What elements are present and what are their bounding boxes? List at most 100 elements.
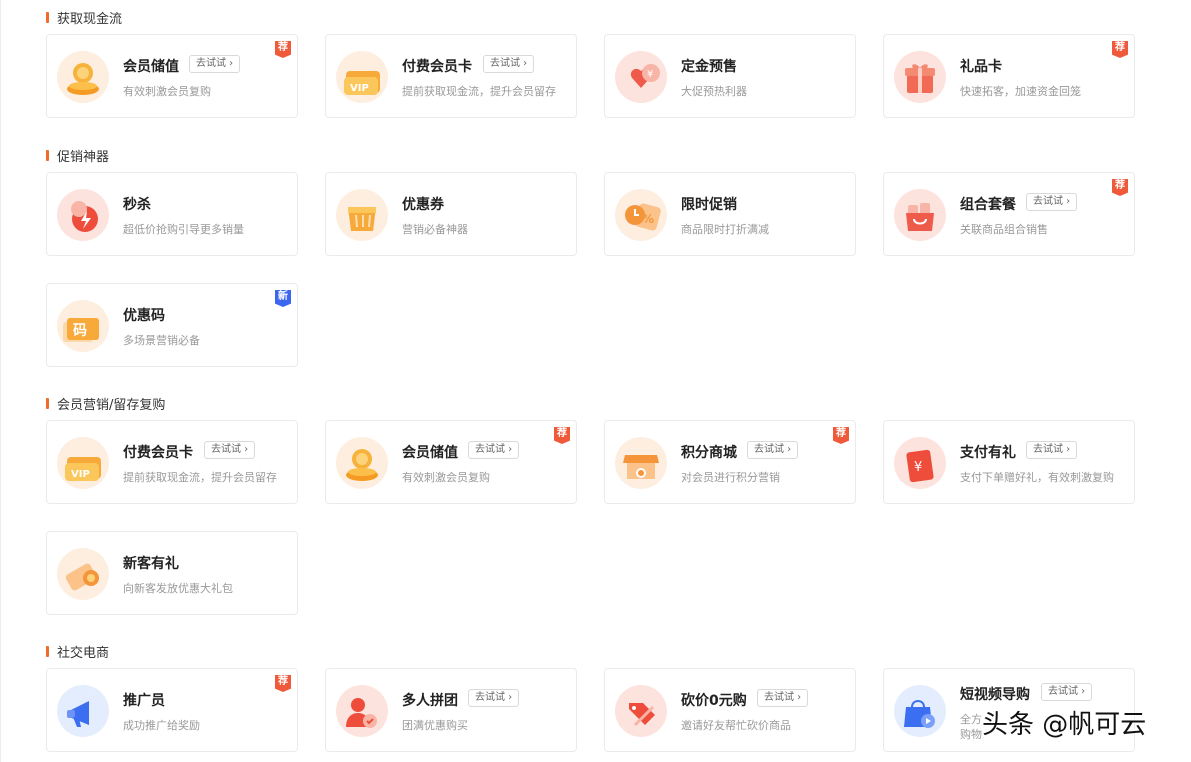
card-description: 超低价抢购引导更多销量	[123, 223, 244, 236]
card-description: 提前获取现金流，提升会员留存	[402, 85, 556, 98]
card-description: 全方	[960, 713, 982, 726]
card-description-line2: 购物	[960, 728, 982, 741]
card-title: 多人拼团	[402, 693, 458, 709]
try-button[interactable]: 去试试 ›	[483, 55, 535, 73]
chevron-right-icon: ›	[226, 58, 234, 69]
card-description: 多场景营销必备	[123, 334, 200, 347]
card-title: 会员储值	[123, 59, 179, 75]
chevron-right-icon: ›	[241, 444, 249, 455]
try-button[interactable]: 去试试 ›	[757, 689, 809, 707]
chevron-right-icon: ›	[1063, 196, 1071, 207]
card-description: 对会员进行积分营销	[681, 471, 780, 484]
card-description: 有效刺激会员复购	[402, 471, 490, 484]
card-payment-gift[interactable]: ¥ 支付有礼 去试试 › 支付下单赠好礼，有效刺激复购	[883, 420, 1135, 504]
card-points-mall[interactable]: 积分商城 去试试 › 对会员进行积分营销 荐	[604, 420, 856, 504]
promo-code-glyph: 码	[73, 323, 87, 339]
recommend-badge: 荐	[275, 675, 291, 692]
vip-card-icon: VIP	[336, 51, 388, 103]
try-button[interactable]: 去试试 ›	[189, 55, 241, 73]
card-coupon[interactable]: 优惠券 营销必备神器	[325, 172, 577, 256]
coin-stack-icon	[336, 437, 388, 489]
section-title-social-ecommerce: 社交电商	[46, 643, 110, 661]
card-member-stored-value[interactable]: 会员储值 去试试 › 有效刺激会员复购 荐	[46, 34, 298, 118]
card-deposit-presale[interactable]: ¥ 定金预售 大促预热利器	[604, 34, 856, 118]
chevron-right-icon: ›	[1063, 444, 1071, 455]
chevron-right-icon: ›	[505, 444, 513, 455]
coupon-icon	[336, 189, 388, 241]
section-label: 会员营销/留存复购	[57, 397, 166, 413]
promo-code-icon: 码	[57, 300, 109, 352]
svg-text:%: %	[642, 212, 654, 226]
card-title: 会员储值	[402, 445, 458, 461]
group-buy-icon	[336, 685, 388, 737]
card-title: 支付有礼	[960, 445, 1016, 461]
card-paid-membership-2[interactable]: VIP 付费会员卡 去试试 › 提前获取现金流，提升会员留存	[46, 420, 298, 504]
card-title: 秒杀	[123, 197, 151, 213]
try-button[interactable]: 去试试 ›	[468, 441, 520, 459]
megaphone-icon	[57, 685, 109, 737]
watermark: 头条 @帆可云	[982, 710, 1147, 740]
recommend-badge: 荐	[1112, 41, 1128, 58]
card-description: 有效刺激会员复购	[123, 85, 211, 98]
flash-sale-icon	[57, 189, 109, 241]
deposit-heart-icon: ¥	[615, 51, 667, 103]
svg-text:VIP: VIP	[350, 83, 369, 94]
card-title: 定金预售	[681, 59, 737, 75]
svg-text:¥: ¥	[914, 460, 922, 475]
try-button[interactable]: 去试试 ›	[747, 441, 799, 459]
vip-card-icon: VIP	[57, 437, 109, 489]
gift-box-icon	[894, 51, 946, 103]
section-label: 促销神器	[57, 149, 110, 165]
section-label: 社交电商	[57, 645, 110, 661]
chevron-right-icon: ›	[505, 692, 513, 703]
card-title: 砍价0元购	[681, 693, 747, 709]
chevron-right-icon: ›	[520, 58, 528, 69]
card-title: 组合套餐	[960, 197, 1016, 213]
new-customer-gift-icon	[57, 548, 109, 600]
card-title: 付费会员卡	[123, 445, 193, 461]
card-bundle-deal[interactable]: 组合套餐 去试试 › 关联商品组合销售 荐	[883, 172, 1135, 256]
try-button[interactable]: 去试试 ›	[1026, 441, 1078, 459]
section-marker	[46, 11, 49, 23]
card-title: 推广员	[123, 693, 165, 709]
section-title-cashflow: 获取现金流	[46, 9, 123, 27]
card-group-buy[interactable]: 多人拼团 去试试 › 团满优惠购买	[325, 668, 577, 752]
card-title: 短视频导购	[960, 687, 1030, 703]
card-promo-code[interactable]: 码 优惠码 多场景营销必备 新	[46, 283, 298, 367]
svg-text:VIP: VIP	[71, 469, 90, 480]
payment-gift-icon: ¥	[894, 437, 946, 489]
card-flash-sale[interactable]: 秒杀 超低价抢购引导更多销量	[46, 172, 298, 256]
card-title: 优惠券	[402, 197, 444, 213]
recommend-badge: 荐	[833, 427, 849, 444]
card-promoter[interactable]: 推广员 成功推广给奖励 荐	[46, 668, 298, 752]
section-marker	[46, 149, 49, 161]
card-gift-card[interactable]: 礼品卡 快速拓客，加速资金回笼 荐	[883, 34, 1135, 118]
section-marker	[46, 397, 49, 409]
card-limited-time-promo[interactable]: % 限时促销 商品限时打折满减	[604, 172, 856, 256]
card-description: 商品限时打折满减	[681, 223, 769, 236]
svg-text:¥: ¥	[647, 69, 653, 80]
recommend-badge: 荐	[1112, 179, 1128, 196]
card-title: 付费会员卡	[402, 59, 472, 75]
points-store-icon	[615, 437, 667, 489]
card-paid-membership[interactable]: VIP 付费会员卡 去试试 › 提前获取现金流，提升会员留存	[325, 34, 577, 118]
try-button[interactable]: 去试试 ›	[468, 689, 520, 707]
try-button[interactable]: 去试试 ›	[204, 441, 256, 459]
chevron-right-icon: ›	[784, 444, 792, 455]
card-description: 大促预热利器	[681, 85, 747, 98]
try-button[interactable]: 去试试 ›	[1026, 193, 1078, 211]
section-marker	[46, 645, 49, 657]
chevron-right-icon: ›	[794, 692, 802, 703]
card-new-customer-gift[interactable]: 新客有礼 向新客发放优惠大礼包	[46, 531, 298, 615]
section-title-membership: 会员营销/留存复购	[46, 395, 166, 413]
card-description: 团满优惠购买	[402, 719, 468, 732]
shopping-bag-icon	[894, 189, 946, 241]
section-label: 获取现金流	[57, 11, 123, 27]
card-member-stored-value-2[interactable]: 会员储值 去试试 › 有效刺激会员复购 荐	[325, 420, 577, 504]
card-bargain-zero-buy[interactable]: 砍价0元购 去试试 › 邀请好友帮忙砍价商品	[604, 668, 856, 752]
card-description: 邀请好友帮忙砍价商品	[681, 719, 791, 732]
try-button[interactable]: 去试试 ›	[1041, 683, 1093, 701]
discount-clock-icon: %	[615, 189, 667, 241]
chevron-right-icon: ›	[1078, 686, 1086, 697]
coin-stack-icon	[57, 51, 109, 103]
